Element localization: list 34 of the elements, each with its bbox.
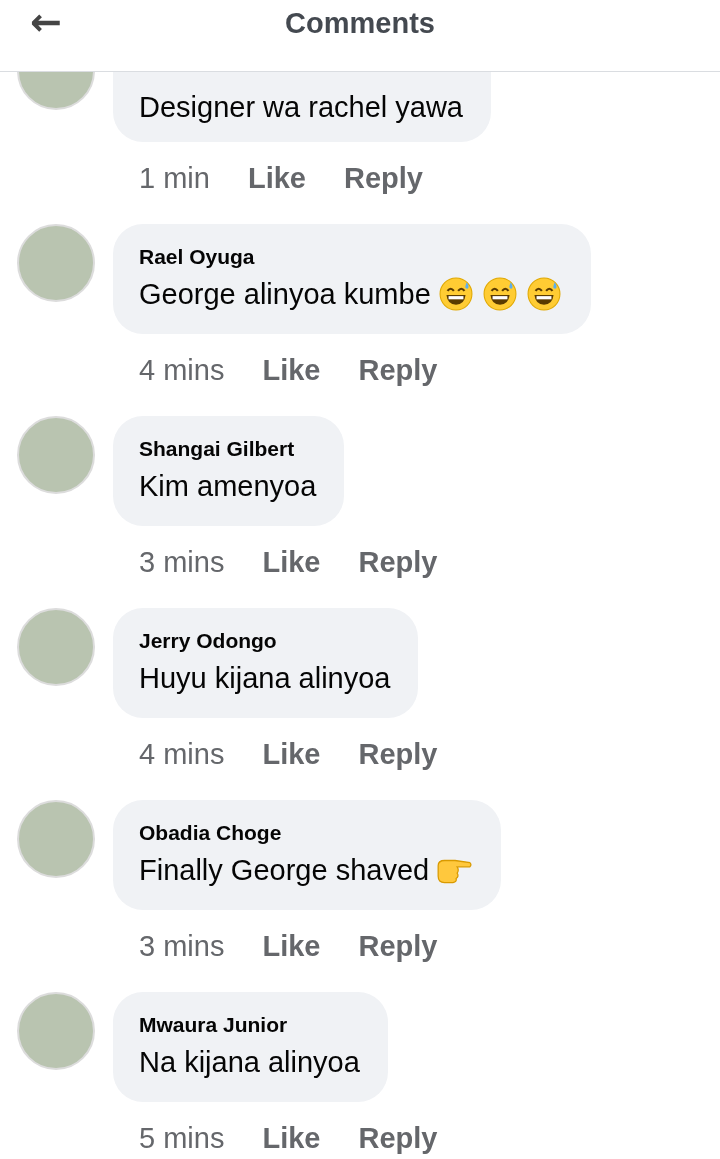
reply-button[interactable]: Reply xyxy=(358,545,438,579)
reply-button[interactable]: Reply xyxy=(358,353,438,387)
grinning-sweat-emoji-icon xyxy=(436,277,475,311)
comment-text: Na kijana alinyoa xyxy=(139,1045,360,1080)
comment-time: 1 min xyxy=(139,161,210,195)
grinning-sweat-emoji-icon xyxy=(524,277,563,311)
grinning-sweat-emoji-icon xyxy=(480,277,519,311)
comment-author[interactable]: Rael Oyuga xyxy=(139,244,563,270)
like-button[interactable]: Like xyxy=(262,353,321,387)
page-title: Comments xyxy=(285,7,435,40)
like-button[interactable]: Like xyxy=(262,545,321,579)
comment-text: Kim amenyoa xyxy=(139,469,317,504)
comment-author[interactable]: Obadia Choge xyxy=(139,820,474,846)
comment-author[interactable]: Shangai Gilbert xyxy=(139,436,317,462)
comment-text: George alinyoa kumbe xyxy=(139,277,431,312)
comment-text: Finally George shaved xyxy=(139,853,430,888)
comment-author[interactable]: Jerry Odongo xyxy=(139,628,391,654)
comment-time: 4 mins xyxy=(139,737,225,771)
comment-time: 5 mins xyxy=(139,1121,225,1155)
comment-time: 4 mins xyxy=(139,353,225,387)
reply-button[interactable]: Reply xyxy=(358,929,438,963)
like-button[interactable]: Like xyxy=(262,737,321,771)
comment-time: 3 mins xyxy=(139,545,225,579)
reply-button[interactable]: Reply xyxy=(358,1121,438,1155)
comment-text: Huyu kijana alinyoa xyxy=(139,661,391,696)
comment-text: Designer wa rachel yawa xyxy=(139,90,463,125)
like-button[interactable]: Like xyxy=(262,929,321,963)
reply-button[interactable]: Reply xyxy=(343,161,423,195)
like-button[interactable]: Like xyxy=(262,1121,321,1155)
comment-author[interactable]: Mwaura Junior xyxy=(139,1012,360,1038)
reply-button[interactable]: Reply xyxy=(358,737,438,771)
comment-time: 3 mins xyxy=(139,929,225,963)
back-button[interactable]: ← xyxy=(22,2,70,42)
like-button[interactable]: Like xyxy=(247,161,306,195)
